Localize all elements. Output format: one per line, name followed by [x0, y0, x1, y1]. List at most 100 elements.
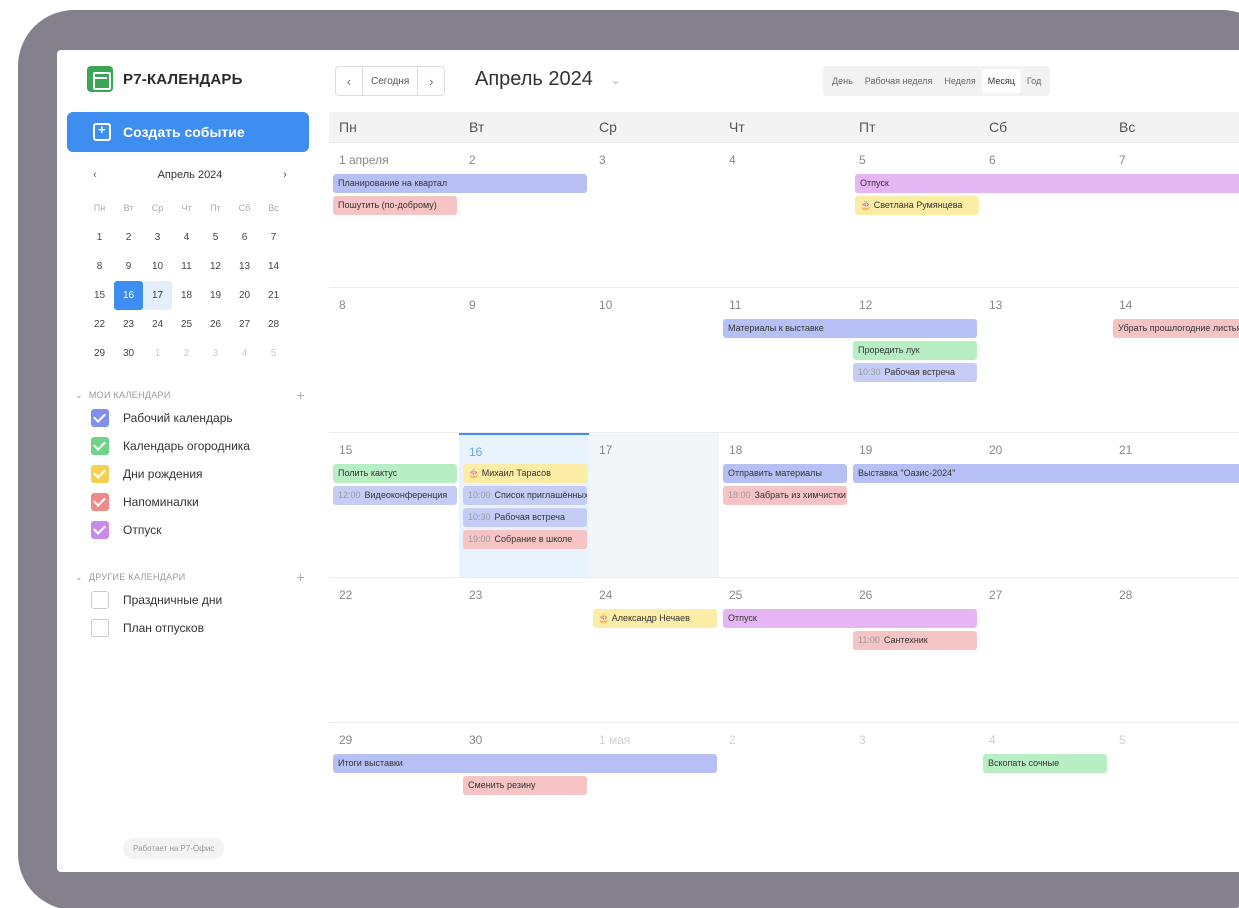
day-cell[interactable]: 5	[849, 143, 979, 288]
mini-day[interactable]: 7	[259, 223, 288, 252]
mini-day-next-month[interactable]: 4	[230, 339, 259, 368]
mini-day-selected[interactable]: 17	[143, 281, 172, 310]
mini-day[interactable]: 1	[85, 223, 114, 252]
add-calendar-plus-icon[interactable]: +	[297, 569, 305, 585]
day-cell[interactable]: 22	[329, 578, 459, 723]
day-cell[interactable]: 26	[849, 578, 979, 723]
day-cell[interactable]: 25	[719, 578, 849, 723]
checkbox-icon[interactable]	[91, 591, 109, 609]
mini-day[interactable]: 3	[143, 223, 172, 252]
mini-day[interactable]: 21	[259, 281, 288, 310]
mini-day[interactable]: 19	[201, 281, 230, 310]
mini-day[interactable]: 23	[114, 310, 143, 339]
mini-day-next-month[interactable]: 3	[201, 339, 230, 368]
mini-day[interactable]: 13	[230, 252, 259, 281]
mini-day[interactable]: 20	[230, 281, 259, 310]
mini-day[interactable]: 22	[85, 310, 114, 339]
day-cell[interactable]: 23	[459, 578, 589, 723]
mini-prev-month-icon[interactable]: ‹	[85, 169, 105, 181]
mini-day[interactable]: 24	[143, 310, 172, 339]
mini-next-month-icon[interactable]: ›	[275, 169, 295, 181]
day-cell[interactable]: 11	[719, 288, 849, 433]
day-cell[interactable]: 4	[719, 143, 849, 288]
mini-day[interactable]: 27	[230, 310, 259, 339]
mini-day[interactable]: 12	[201, 252, 230, 281]
birthday-event[interactable]: 🎂 Михаил Тарасов	[463, 464, 587, 483]
mini-day[interactable]: 25	[172, 310, 201, 339]
day-cell[interactable]: 12	[849, 288, 979, 433]
day-cell[interactable]: 9	[459, 288, 589, 433]
day-cell[interactable]: 2	[719, 723, 849, 868]
powered-by-badge[interactable]: Работает на Р7-Офис	[123, 838, 225, 859]
timed-event[interactable]: 10:30 Рабочая встреча	[463, 508, 587, 527]
day-cell[interactable]: 13	[979, 288, 1109, 433]
collapse-chevron-icon[interactable]: ⌄	[75, 572, 83, 583]
event-bar[interactable]: Итоги выставки	[333, 754, 717, 773]
event-bar[interactable]: Пошутить (по-доброму)	[333, 196, 457, 215]
event-bar[interactable]: Отпуск	[855, 174, 1239, 193]
event-bar[interactable]: Вскопать сочные	[983, 754, 1107, 773]
calendar-item-holidays[interactable]: Праздничные дни	[75, 586, 305, 614]
calendar-item-vacation-plan[interactable]: План отпусков	[75, 614, 305, 642]
mini-day[interactable]: 10	[143, 252, 172, 281]
birthday-event[interactable]: 🎂 Александр Нечаев	[593, 609, 717, 628]
day-cell-today[interactable]: 16	[459, 433, 589, 578]
timed-event[interactable]: 11:00 Сантехник	[853, 631, 977, 650]
event-bar[interactable]: Планирование на квартал	[333, 174, 587, 193]
view-day-button[interactable]: День	[826, 69, 859, 93]
checkbox-icon[interactable]	[91, 619, 109, 637]
day-cell[interactable]: 28	[1109, 578, 1239, 723]
calendar-item-work[interactable]: Рабочий календарь	[75, 404, 305, 432]
day-cell[interactable]: 3	[589, 143, 719, 288]
event-bar[interactable]: Убрать прошлогодние листья	[1113, 319, 1239, 338]
day-cell[interactable]: 7	[1109, 143, 1239, 288]
checkbox-icon[interactable]	[91, 493, 109, 511]
day-cell[interactable]: 29	[329, 723, 459, 868]
day-cell[interactable]: 5	[1109, 723, 1239, 868]
event-bar[interactable]: Отправить материалы	[723, 464, 847, 483]
mini-day-next-month[interactable]: 2	[172, 339, 201, 368]
event-bar[interactable]: Материалы к выставке	[723, 319, 977, 338]
day-cell[interactable]: 3	[849, 723, 979, 868]
view-workweek-button[interactable]: Рабочая неделя	[859, 69, 939, 93]
event-bar[interactable]: Сменить резину	[463, 776, 587, 795]
timed-event[interactable]: 10:00 Список приглашённых	[463, 486, 587, 505]
view-year-button[interactable]: Год	[1021, 69, 1047, 93]
birthday-event[interactable]: 🎂 Светлана Румянцева	[855, 196, 979, 215]
mini-day[interactable]: 8	[85, 252, 114, 281]
mini-day[interactable]: 30	[114, 339, 143, 368]
mini-day-next-month[interactable]: 1	[143, 339, 172, 368]
day-cell[interactable]: 2	[459, 143, 589, 288]
mini-day[interactable]: 29	[85, 339, 114, 368]
day-cell[interactable]: 18	[719, 433, 849, 578]
mini-day[interactable]: 4	[172, 223, 201, 252]
calendar-item-vacation[interactable]: Отпуск	[75, 516, 305, 544]
day-cell[interactable]: 20	[979, 433, 1109, 578]
timed-event[interactable]: 12:00 Видеоконференция	[333, 486, 457, 505]
mini-day[interactable]: 18	[172, 281, 201, 310]
day-cell[interactable]: 19	[849, 433, 979, 578]
checkbox-icon[interactable]	[91, 437, 109, 455]
prev-period-icon[interactable]: ‹	[336, 67, 362, 95]
mini-day[interactable]: 2	[114, 223, 143, 252]
next-period-icon[interactable]: ›	[418, 67, 444, 95]
checkbox-icon[interactable]	[91, 409, 109, 427]
mini-day[interactable]: 9	[114, 252, 143, 281]
create-event-button[interactable]: Создать событие	[67, 112, 309, 152]
event-bar[interactable]: Полить кактус	[333, 464, 457, 483]
view-week-button[interactable]: Неделя	[938, 69, 981, 93]
day-cell[interactable]: 8	[329, 288, 459, 433]
event-bar[interactable]: Отпуск	[723, 609, 977, 628]
mini-day[interactable]: 15	[85, 281, 114, 310]
event-bar[interactable]: Проредить лук	[853, 341, 977, 360]
timed-event[interactable]: 10:30 Рабочая встреча	[853, 363, 977, 382]
day-cell[interactable]: 1 апреля	[329, 143, 459, 288]
collapse-chevron-icon[interactable]: ⌄	[75, 390, 83, 401]
timed-event[interactable]: 19:00 Собрание в школе	[463, 530, 587, 549]
checkbox-icon[interactable]	[91, 521, 109, 539]
checkbox-icon[interactable]	[91, 465, 109, 483]
today-button[interactable]: Сегодня	[362, 67, 419, 95]
calendar-item-birthdays[interactable]: Дни рождения	[75, 460, 305, 488]
current-month-title[interactable]: Апрель 2024	[475, 68, 593, 91]
day-cell[interactable]: 14	[1109, 288, 1239, 433]
